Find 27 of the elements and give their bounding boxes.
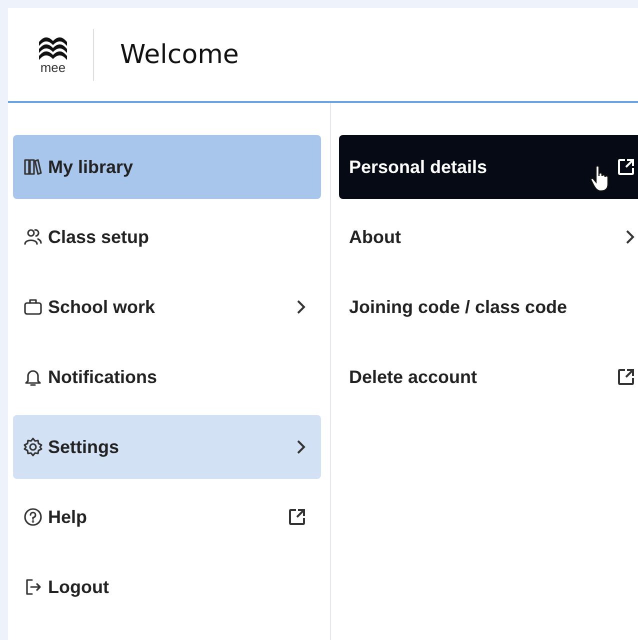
external-link-icon [287,507,307,527]
menu-item[interactable]: My library [13,135,321,199]
logo-text: mee [40,62,66,74]
chevron-icon [295,439,307,455]
logout-icon [23,577,43,597]
chevron-icon [624,229,636,245]
chevron-icon [295,299,307,315]
settings-icon [23,437,43,457]
menu-item[interactable]: Notifications [13,345,321,409]
help-icon [23,507,43,527]
external-link-icon [616,367,636,387]
menu-item[interactable]: School work [13,275,321,339]
people-icon [23,227,43,247]
menu-item[interactable]: Logout [13,555,321,619]
page-title: Welcome [120,40,239,70]
menu-item[interactable]: Class setup [13,205,321,269]
submenu-item[interactable]: Joining code / class code [339,275,638,339]
menu-item[interactable]: Settings [13,415,321,479]
briefcase-icon [23,297,43,317]
submenu-item[interactable]: Personal details [339,135,638,199]
bell-icon [23,367,43,387]
menu-item[interactable]: Help [13,485,321,549]
submenu-item[interactable]: About [339,205,638,269]
books-icon [23,157,43,177]
waves-icon [38,36,68,62]
submenu-item[interactable]: Delete account [339,345,638,409]
external-link-icon [616,157,636,177]
